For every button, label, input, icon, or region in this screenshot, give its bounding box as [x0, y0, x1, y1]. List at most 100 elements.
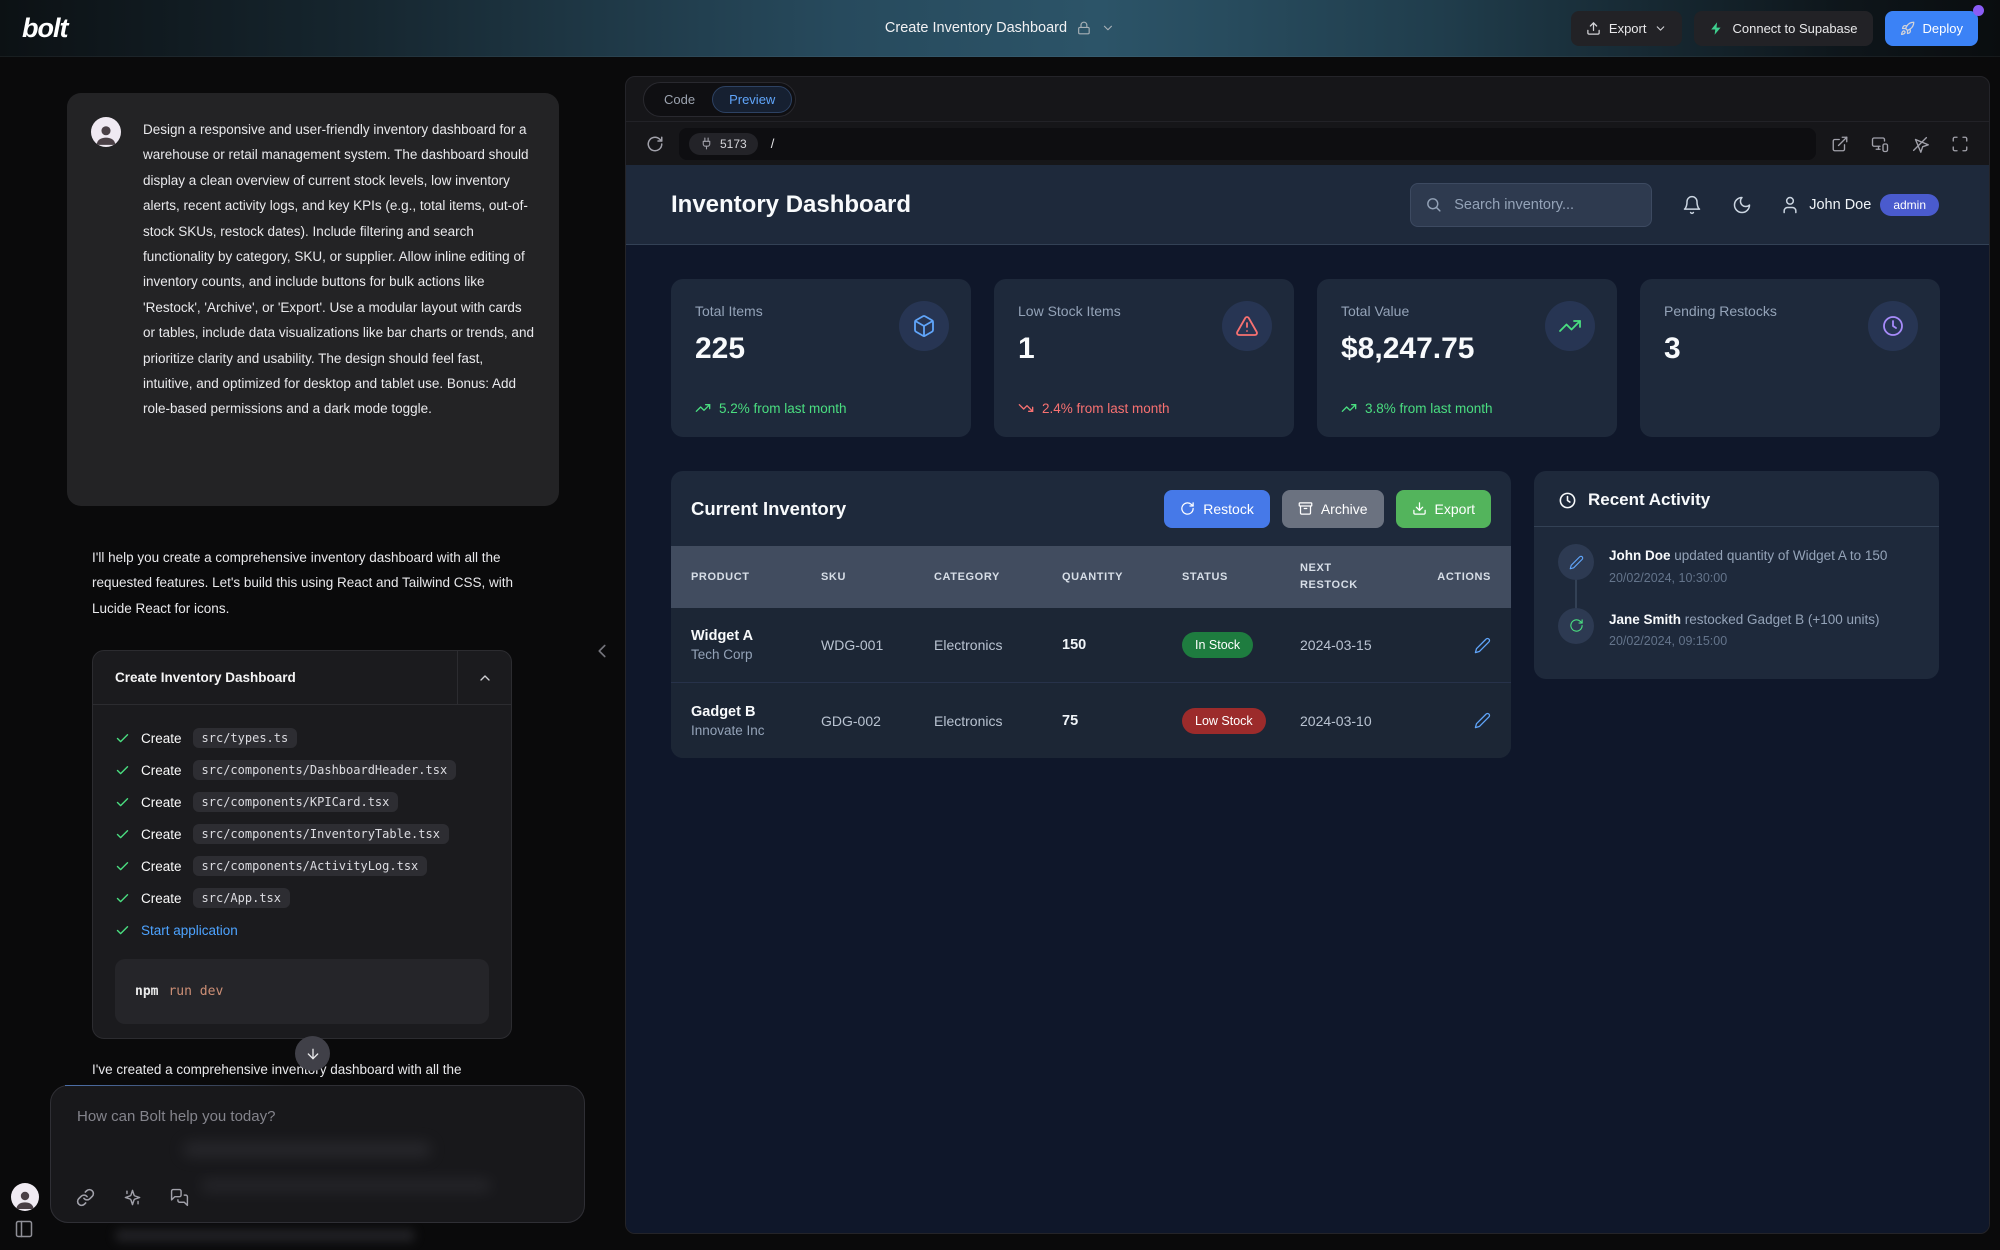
responsive-devices-button[interactable]: [1871, 135, 1889, 153]
user-menu[interactable]: John Doe admin: [1780, 194, 1939, 216]
pointer-off-icon: [1911, 135, 1929, 153]
blurred-content: [183, 1142, 431, 1157]
chevron-left-icon: [591, 640, 613, 662]
edit-row-button[interactable]: [1474, 712, 1491, 729]
column-header-next-restock: NEXT RESTOCK: [1300, 560, 1372, 594]
activity-content: Jane Smith restocked Gadget B (+100 unit…: [1609, 608, 1880, 649]
archive-button[interactable]: Archive: [1282, 490, 1384, 528]
tab-preview[interactable]: Preview: [712, 86, 792, 113]
download-icon: [1412, 501, 1427, 516]
product-cell: Gadget B Innovate Inc: [691, 704, 821, 738]
activity-timestamp: 20/02/2024, 10:30:00: [1609, 571, 1887, 585]
preview-url-bar: 5173 /: [626, 121, 1989, 165]
export-button[interactable]: Export: [1571, 11, 1683, 46]
inventory-card-header: Current Inventory Restock Archive Export: [671, 471, 1511, 546]
rocket-icon: [1900, 21, 1915, 36]
reload-preview-button[interactable]: [646, 135, 664, 153]
product-supplier: Tech Corp: [691, 647, 821, 662]
next-restock-cell: 2024-03-10: [1300, 713, 1428, 729]
artifact-header: Create Inventory Dashboard: [93, 651, 511, 705]
product-supplier: Innovate Inc: [691, 723, 821, 738]
dark-mode-toggle[interactable]: [1732, 195, 1752, 215]
user-message-card: Design a responsive and user-friendly in…: [67, 93, 559, 506]
category-cell: Electronics: [934, 637, 1062, 653]
user-icon: [1780, 195, 1800, 215]
account-avatar[interactable]: [11, 1183, 39, 1211]
trending-down-icon: [1018, 400, 1034, 416]
port-number: 5173: [720, 137, 747, 151]
assistant-intro-text: I'll help you create a comprehensive inv…: [92, 545, 544, 621]
artifact-step: Create src/types.ts: [115, 722, 489, 754]
workbench-panel: Code Preview 5173 /: [625, 76, 1990, 1234]
project-title-menu[interactable]: Create Inventory Dashboard: [885, 20, 1115, 36]
connect-supabase-button[interactable]: Connect to Supabase: [1694, 11, 1872, 46]
export-csv-button[interactable]: Export: [1396, 490, 1491, 528]
step-file-chip[interactable]: src/components/InventoryTable.tsx: [193, 824, 449, 844]
export-table-label: Export: [1435, 501, 1475, 517]
search-input[interactable]: [1452, 196, 1637, 214]
scroll-to-bottom-button[interactable]: [295, 1036, 330, 1071]
kpi-trend: 2.4% from last month: [1018, 400, 1170, 416]
collapse-chat-panel-button[interactable]: [591, 640, 613, 662]
edit-row-button[interactable]: [1474, 637, 1491, 654]
activity-action: updated quantity of Widget A to 150: [1671, 548, 1888, 563]
open-in-new-tab-button[interactable]: [1831, 135, 1849, 153]
alert-triangle-icon: [1222, 301, 1272, 351]
enhance-prompt-button[interactable]: [123, 1188, 142, 1207]
table-row[interactable]: Widget A Tech Corp WDG-001 Electronics 1…: [671, 608, 1511, 683]
trending-up-icon: [1341, 400, 1357, 416]
link-icon: [76, 1188, 95, 1207]
check-icon: [115, 827, 130, 842]
port-badge[interactable]: 5173: [689, 133, 758, 155]
activity-action: restocked Gadget B (+100 units): [1681, 612, 1880, 627]
start-application-link[interactable]: Start application: [141, 923, 238, 938]
activity-actor: John Doe: [1609, 548, 1671, 563]
restock-button[interactable]: Restock: [1164, 490, 1270, 528]
chat-input-box: [50, 1085, 585, 1223]
artifact-title: Create Inventory Dashboard: [93, 651, 457, 704]
inspector-toggle-button[interactable]: [1911, 135, 1929, 153]
inventory-title: Current Inventory: [691, 498, 1164, 520]
activity-actor: Jane Smith: [1609, 612, 1681, 627]
current-inventory-card: Current Inventory Restock Archive Export: [671, 471, 1511, 758]
deploy-button[interactable]: Deploy: [1885, 11, 1978, 46]
step-file-chip[interactable]: src/components/ActivityLog.tsx: [193, 856, 428, 876]
quantity-cell[interactable]: 150: [1062, 637, 1182, 653]
pencil-icon: [1474, 712, 1491, 729]
step-file-chip[interactable]: src/App.tsx: [193, 888, 290, 908]
bolt-logo[interactable]: bolt: [22, 13, 67, 44]
step-file-chip[interactable]: src/components/DashboardHeader.tsx: [193, 760, 457, 780]
chevron-up-icon: [477, 670, 493, 686]
check-icon: [115, 795, 130, 810]
workbench-tab-bar: Code Preview: [626, 77, 1989, 121]
address-field[interactable]: 5173 /: [679, 128, 1816, 160]
activity-content: John Doe updated quantity of Widget A to…: [1609, 544, 1887, 585]
fullscreen-button[interactable]: [1951, 135, 1969, 153]
bell-icon: [1682, 195, 1702, 215]
preview-toolbar-icons: [1831, 135, 1969, 153]
bolt-app-window: bolt Create Inventory Dashboard Export: [0, 0, 2000, 1250]
toggle-sidebar-button[interactable]: [14, 1219, 34, 1239]
activity-item: Jane Smith restocked Gadget B (+100 unit…: [1558, 608, 1919, 649]
step-verb: Create: [141, 827, 182, 842]
tab-code[interactable]: Code: [647, 86, 712, 113]
table-row[interactable]: Gadget B Innovate Inc GDG-002 Electronic…: [671, 683, 1511, 758]
kpi-trend: 3.8% from last month: [1341, 400, 1493, 416]
column-header-category: CATEGORY: [934, 571, 1062, 583]
external-link-icon: [1831, 135, 1849, 153]
attach-link-button[interactable]: [76, 1188, 95, 1207]
notifications-button[interactable]: [1682, 195, 1702, 215]
step-file-chip[interactable]: src/components/KPICard.tsx: [193, 792, 399, 812]
artifact-collapse-button[interactable]: [457, 651, 511, 704]
status-badge: In Stock: [1182, 632, 1253, 658]
discuss-mode-button[interactable]: [170, 1188, 189, 1207]
artifact-step: Create src/components/ActivityLog.tsx: [115, 850, 489, 882]
artifact-step-start: Start application: [115, 914, 489, 946]
step-file-chip[interactable]: src/types.ts: [193, 728, 298, 748]
quantity-cell[interactable]: 75: [1062, 713, 1182, 729]
terminal-command-block: npmrun dev: [115, 959, 489, 1024]
column-header-actions: ACTIONS: [1437, 571, 1491, 583]
artifact-step: Create src/components/DashboardHeader.ts…: [115, 754, 489, 786]
plug-icon: [700, 137, 713, 150]
check-icon: [115, 763, 130, 778]
